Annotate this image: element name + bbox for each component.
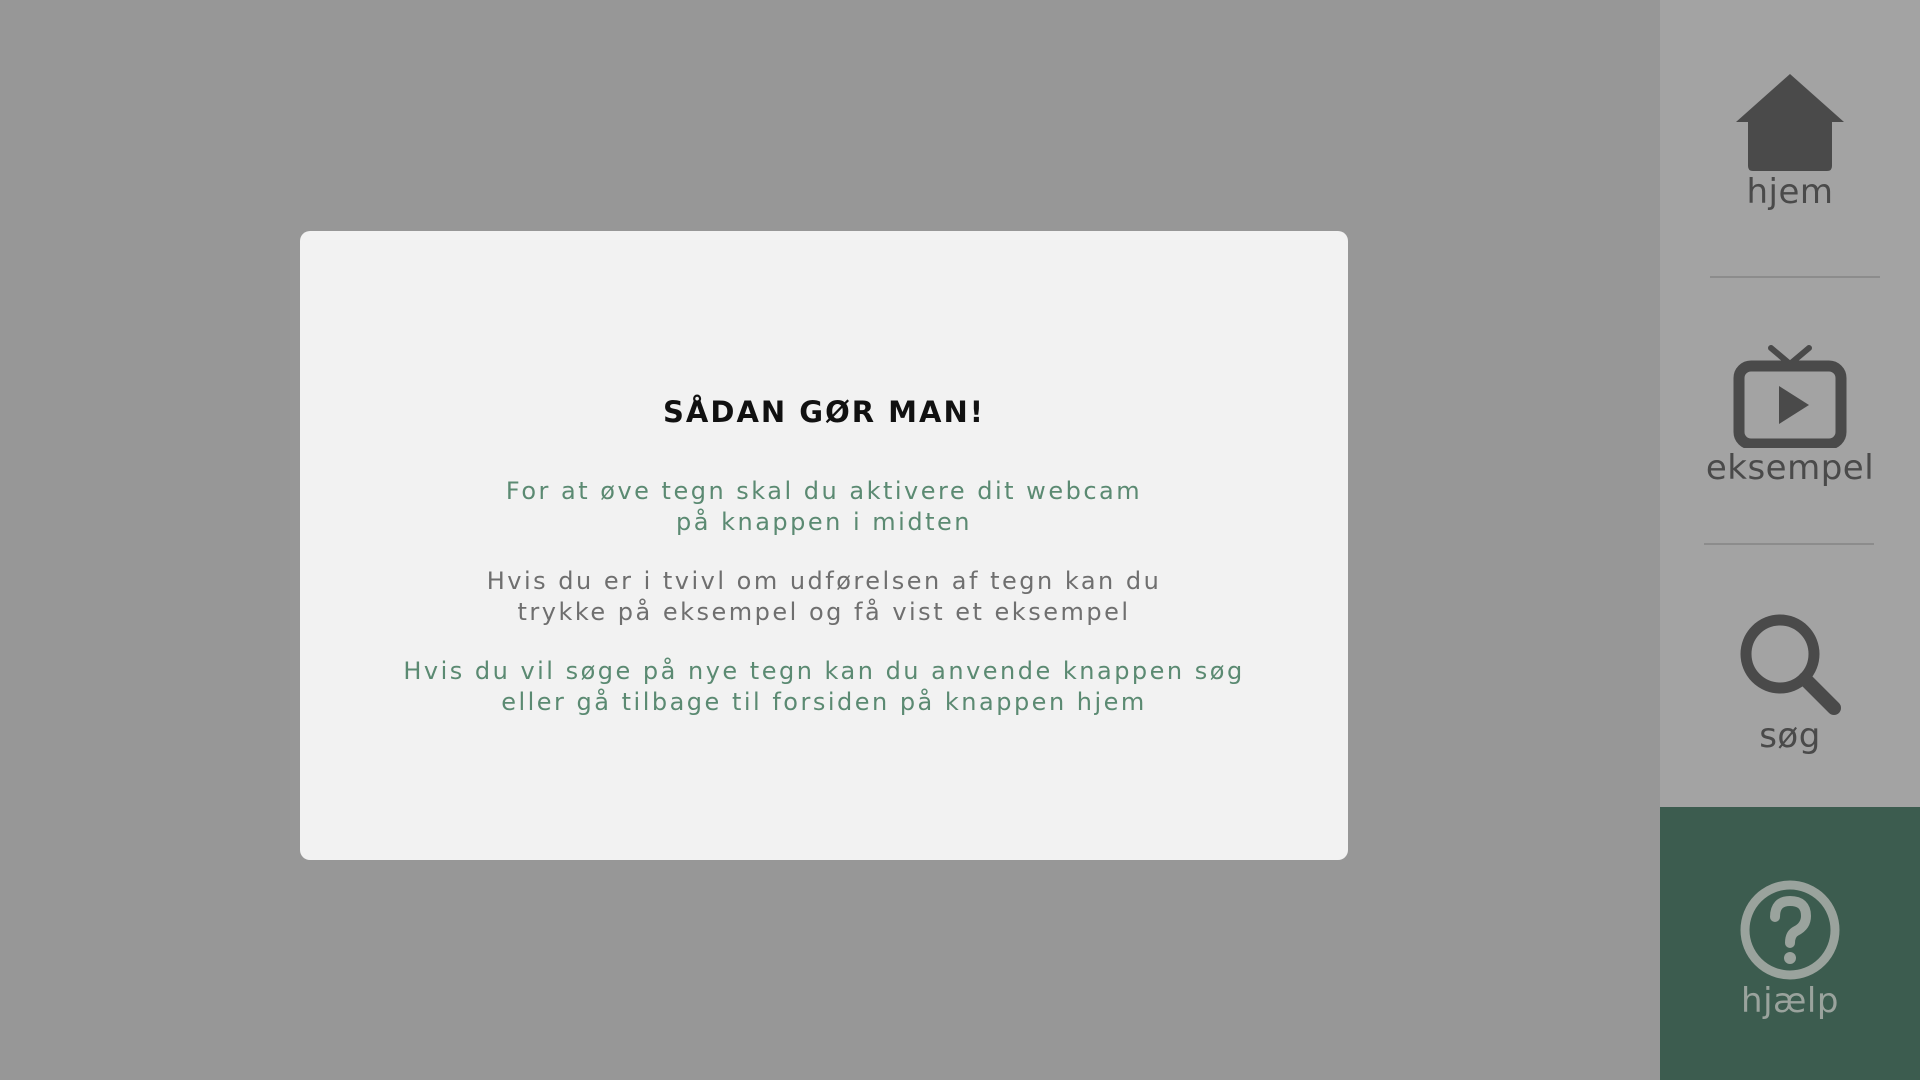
modal-title: SÅDAN GØR MAN! — [663, 395, 985, 429]
instruction-example: Hvis du er i tvivl om udførelsen af tegn… — [300, 566, 1348, 628]
sidebar-item-example[interactable]: eksempel — [1660, 344, 1920, 488]
sidebar-item-label: eksempel — [1705, 448, 1875, 488]
sidebar-item-label: hjem — [1746, 172, 1834, 212]
sidebar-divider — [1710, 276, 1880, 278]
instruction-webcam: For at øve tegn skal du aktivere dit web… — [300, 476, 1348, 538]
question-circle-icon — [1740, 880, 1840, 980]
instruction-example-line-2: trykke på eksempel og få vist et eksempe… — [517, 598, 1131, 626]
search-icon — [1740, 614, 1841, 715]
sidebar-nav: hjem eksempel søg hjælp — [1660, 0, 1920, 1080]
instruction-webcam-line-1: For at øve tegn skal du aktivere dit web… — [505, 477, 1143, 505]
instruction-search-line-2: eller gå tilbage til forsiden på knappen… — [501, 688, 1147, 716]
instruction-example-line-1: Hvis du er i tvivl om udførelsen af tegn… — [486, 567, 1162, 595]
sidebar-item-home[interactable]: hjem — [1660, 70, 1920, 212]
instruction-webcam-line-2: på knappen i midten — [676, 508, 972, 536]
instruction-search-line-1: Hvis du vil søge på nye tegn kan du anve… — [403, 657, 1245, 685]
tv-play-icon — [1733, 345, 1847, 448]
instruction-search: Hvis du vil søge på nye tegn kan du anve… — [300, 656, 1348, 718]
help-modal: SÅDAN GØR MAN! For at øve tegn skal du a… — [300, 231, 1348, 860]
app-screen: SÅDAN GØR MAN! For at øve tegn skal du a… — [0, 0, 1920, 1080]
sidebar-item-search[interactable]: søg — [1660, 612, 1920, 756]
home-icon — [1736, 74, 1844, 171]
sidebar-divider — [1704, 543, 1874, 545]
sidebar-item-label: søg — [1759, 716, 1821, 756]
sidebar-item-label: hjælp — [1741, 981, 1839, 1021]
sidebar-item-help[interactable]: hjælp — [1660, 807, 1920, 1080]
